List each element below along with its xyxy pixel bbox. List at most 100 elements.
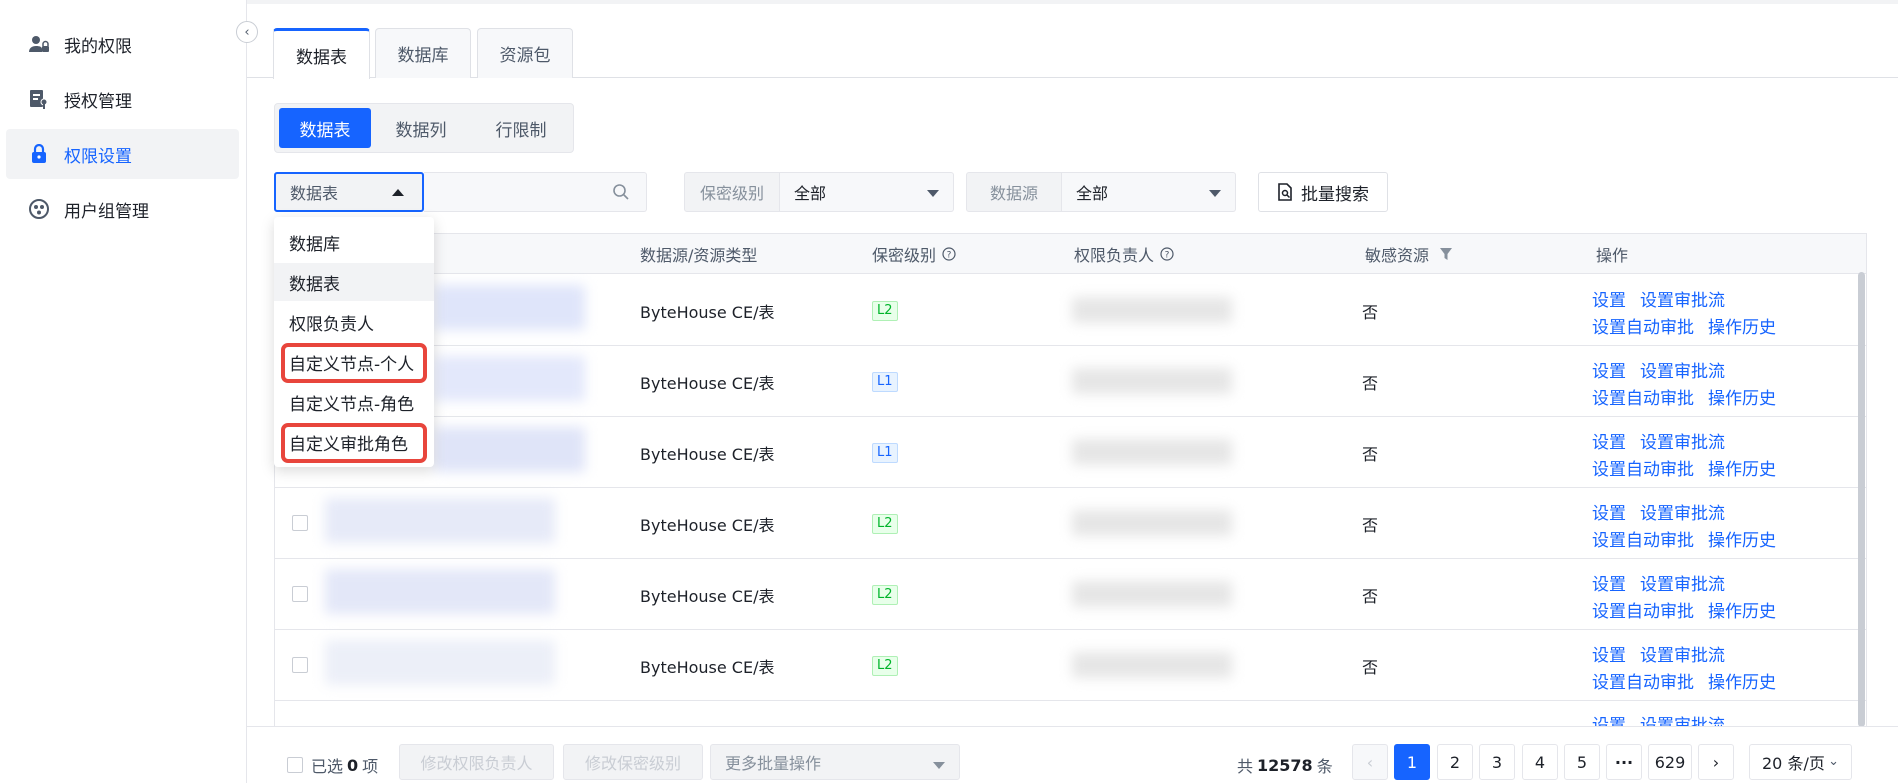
column-header-label: 敏感资源 xyxy=(1365,246,1430,265)
chevron-down-icon xyxy=(933,762,945,769)
search-input[interactable] xyxy=(424,173,604,211)
operation-history-link[interactable]: 操作历史 xyxy=(1708,384,1776,409)
column-header-level: 保密级别 ? xyxy=(872,234,956,274)
set-auto-approve-link[interactable]: 设置自动审批 xyxy=(1592,384,1694,409)
segment-row-limit[interactable]: 行限制 xyxy=(475,108,567,148)
page-1-button[interactable]: 1 xyxy=(1394,744,1430,780)
set-approval-flow-link[interactable]: 设置审批流 xyxy=(1640,570,1725,595)
change-level-button[interactable]: 修改保密级别 xyxy=(563,744,703,780)
tab-packages[interactable]: 资源包 xyxy=(477,28,573,78)
sidebar-item-label: 权限设置 xyxy=(64,146,132,167)
source-select[interactable]: 全部 xyxy=(1062,172,1236,212)
dropdown-option-custom-node-role[interactable]: 自定义节点-角色 xyxy=(274,383,434,421)
set-link[interactable]: 设置 xyxy=(1592,641,1626,666)
redacted-table-name xyxy=(435,285,585,330)
sidebar-item-authorization[interactable]: 授权管理 xyxy=(6,74,239,124)
search-icon[interactable] xyxy=(612,183,630,205)
page-2-button[interactable]: 2 xyxy=(1437,744,1473,780)
segment-tables[interactable]: 数据表 xyxy=(279,108,371,148)
set-auto-approve-link[interactable]: 设置自动审批 xyxy=(1592,526,1694,551)
chevron-down-icon xyxy=(927,190,939,197)
dropdown-option-table[interactable]: 数据表 xyxy=(274,263,434,301)
security-level-badge: L1 xyxy=(872,442,898,463)
security-level-badge: L1 xyxy=(872,371,898,392)
set-auto-approve-link[interactable]: 设置自动审批 xyxy=(1592,455,1694,480)
set-auto-approve-link[interactable]: 设置自动审批 xyxy=(1592,597,1694,622)
page-4-button[interactable]: 4 xyxy=(1522,744,1558,780)
sensitive-value: 否 xyxy=(1362,302,1379,322)
select-all[interactable]: 已选 0 项 xyxy=(287,753,378,777)
sidebar-item-permission-settings[interactable]: 权限设置 xyxy=(6,129,239,179)
column-header-sensitive: 敏感资源 xyxy=(1365,234,1453,274)
set-approval-flow-link[interactable]: 设置审批流 xyxy=(1640,428,1725,453)
set-approval-flow-link[interactable]: 设置审批流 xyxy=(1640,286,1725,311)
svg-text:?: ? xyxy=(1165,251,1170,261)
source-type: ByteHouse CE/表 xyxy=(640,515,775,535)
operation-history-link[interactable]: 操作历史 xyxy=(1708,455,1776,480)
search-type-select[interactable]: 数据表 xyxy=(274,172,424,212)
page-3-button[interactable]: 3 xyxy=(1479,744,1515,780)
set-link[interactable]: 设置 xyxy=(1592,570,1626,595)
operation-history-link[interactable]: 操作历史 xyxy=(1708,526,1776,551)
page-ellipsis[interactable]: ··· xyxy=(1606,744,1642,780)
select-all-checkbox[interactable] xyxy=(287,757,303,773)
total-prefix: 共 xyxy=(1237,757,1254,776)
table-row: ByteHouse CE/表 L1 否 设置 设置审批流 设置自动审批 操作历史 xyxy=(275,346,1866,417)
segment-columns[interactable]: 数据列 xyxy=(375,108,467,148)
caret-up-icon xyxy=(392,189,404,196)
operation-history-link[interactable]: 操作历史 xyxy=(1708,597,1776,622)
tab-databases[interactable]: 数据库 xyxy=(375,28,471,78)
row-actions: 设置 设置审批流 设置自动审批 操作历史 xyxy=(1592,498,1812,552)
page-last-button[interactable]: 629 xyxy=(1648,744,1692,780)
highlight-box xyxy=(281,423,427,463)
tab-tables[interactable]: 数据表 xyxy=(273,28,370,79)
set-link[interactable]: 设置 xyxy=(1592,428,1626,453)
batch-search-button[interactable]: 批量搜索 xyxy=(1258,172,1388,212)
page-size-value: 20 条/页 xyxy=(1762,754,1825,773)
filter-icon[interactable] xyxy=(1439,247,1453,261)
operation-history-link[interactable]: 操作历史 xyxy=(1708,313,1776,338)
level-cell: L2 xyxy=(872,630,898,701)
help-icon[interactable]: ? xyxy=(1160,247,1174,261)
chevron-right-icon: › xyxy=(1712,752,1720,772)
svg-text:?: ? xyxy=(947,251,952,261)
set-approval-flow-link[interactable]: 设置审批流 xyxy=(1640,499,1725,524)
source-type: ByteHouse CE/表 xyxy=(640,373,775,393)
dropdown-option-database[interactable]: 数据库 xyxy=(274,223,434,261)
security-level-value: 全部 xyxy=(794,184,827,203)
sensitive-value: 否 xyxy=(1362,444,1379,464)
dropdown-option-owner[interactable]: 权限负责人 xyxy=(274,303,434,341)
change-owner-button[interactable]: 修改权限负责人 xyxy=(399,744,554,780)
operation-history-link[interactable]: 操作历史 xyxy=(1708,668,1776,693)
selected-count: 0 xyxy=(347,755,359,775)
set-link[interactable]: 设置 xyxy=(1592,499,1626,524)
page-size-select[interactable]: 20 条/页 ⌄ xyxy=(1749,744,1852,780)
table-row: ByteHouse CE/表 L1 否 设置 设置审批流 设置自动审批 操作历史 xyxy=(275,417,1866,488)
set-approval-flow-link[interactable]: 设置审批流 xyxy=(1640,357,1725,382)
set-auto-approve-link[interactable]: 设置自动审批 xyxy=(1592,668,1694,693)
set-link[interactable]: 设置 xyxy=(1592,357,1626,382)
chevron-down-icon: ⌄ xyxy=(1828,754,1839,769)
help-icon[interactable]: ? xyxy=(942,247,956,261)
prev-page-button[interactable]: ‹ xyxy=(1352,744,1388,780)
table-row: ByteHouse CE/表 L2 否 设置 设置审批流 设置自动审批 操作历史 xyxy=(275,630,1866,701)
set-auto-approve-link[interactable]: 设置自动审批 xyxy=(1592,313,1694,338)
sidebar-item-my-permissions[interactable]: 我的权限 xyxy=(6,19,239,69)
row-checkbox[interactable] xyxy=(292,586,308,602)
row-checkbox[interactable] xyxy=(292,515,308,531)
row-checkbox[interactable] xyxy=(292,657,308,673)
table-row: ByteHouse CE/表 L2 否 设置 设置审批流 设置自动审批 操作历史 xyxy=(275,559,1866,630)
page-5-button[interactable]: 5 xyxy=(1564,744,1600,780)
set-approval-flow-link[interactable]: 设置审批流 xyxy=(1640,641,1725,666)
group-icon xyxy=(28,198,50,220)
sidebar-item-user-groups[interactable]: 用户组管理 xyxy=(6,184,239,234)
next-page-button[interactable]: › xyxy=(1698,744,1734,780)
sidebar-item-label: 授权管理 xyxy=(64,91,132,112)
security-level-label: 保密级别 xyxy=(684,172,780,212)
more-batch-ops-select[interactable]: 更多批量操作 xyxy=(710,744,960,780)
table-scrollbar[interactable] xyxy=(1858,272,1865,727)
security-level-select[interactable]: 全部 xyxy=(780,172,954,212)
set-link[interactable]: 设置 xyxy=(1592,286,1626,311)
search-type-value: 数据表 xyxy=(290,184,339,203)
search-type-dropdown: 数据库 数据表 权限负责人 自定义节点-个人 自定义节点-角色 自定义审批角色 xyxy=(274,217,434,467)
